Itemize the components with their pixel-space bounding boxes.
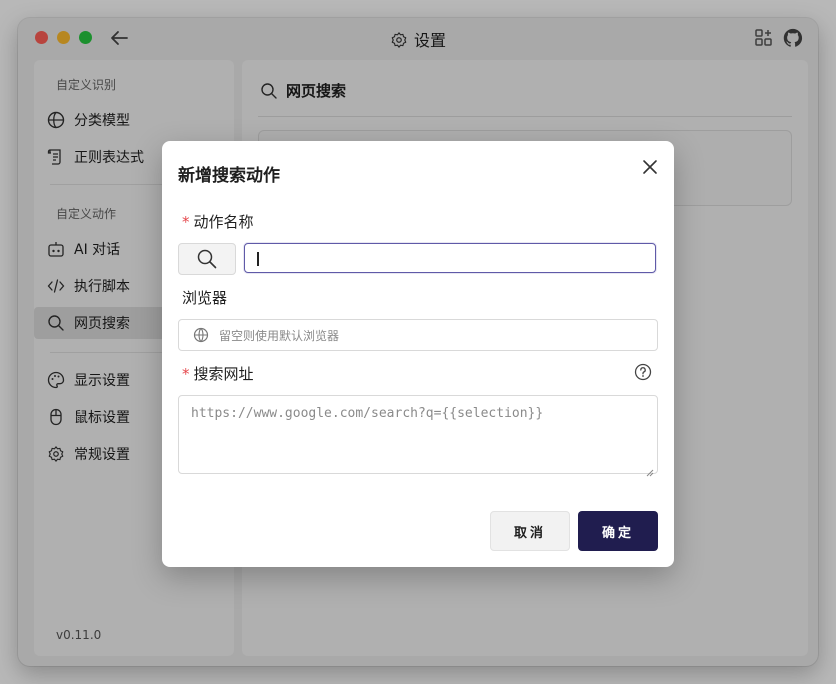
url-label: * 搜索网址: [182, 363, 254, 384]
text-caret: [257, 252, 259, 266]
search-url-textarea[interactable]: https://www.google.com/search?q={{select…: [178, 395, 658, 477]
url-placeholder: https://www.google.com/search?q={{select…: [191, 406, 544, 421]
add-search-action-dialog: 新增搜索动作 * 动作名称 浏览器 留空则使用默认浏览器 * 搜索网址 https:…: [162, 141, 674, 567]
cancel-button[interactable]: 取消: [490, 511, 570, 551]
action-name-input[interactable]: [244, 243, 656, 273]
globe-icon: [193, 327, 209, 343]
confirm-button[interactable]: 确定: [578, 511, 658, 551]
required-mark: *: [182, 213, 190, 231]
help-icon[interactable]: [634, 363, 652, 381]
action-name-label-text: 动作名称: [193, 213, 254, 231]
required-mark: *: [182, 365, 190, 383]
browser-label: 浏览器: [182, 289, 228, 307]
icon-picker-button[interactable]: [178, 243, 236, 275]
browser-placeholder: 留空则使用默认浏览器: [219, 328, 340, 343]
close-icon[interactable]: [642, 159, 658, 175]
search-icon: [196, 248, 218, 270]
browser-select[interactable]: 留空则使用默认浏览器: [178, 319, 658, 351]
action-name-label: * 动作名称: [182, 211, 254, 232]
url-label-text: 搜索网址: [193, 365, 254, 383]
dialog-title: 新增搜索动作: [178, 166, 280, 186]
resize-handle-icon[interactable]: [646, 462, 654, 477]
